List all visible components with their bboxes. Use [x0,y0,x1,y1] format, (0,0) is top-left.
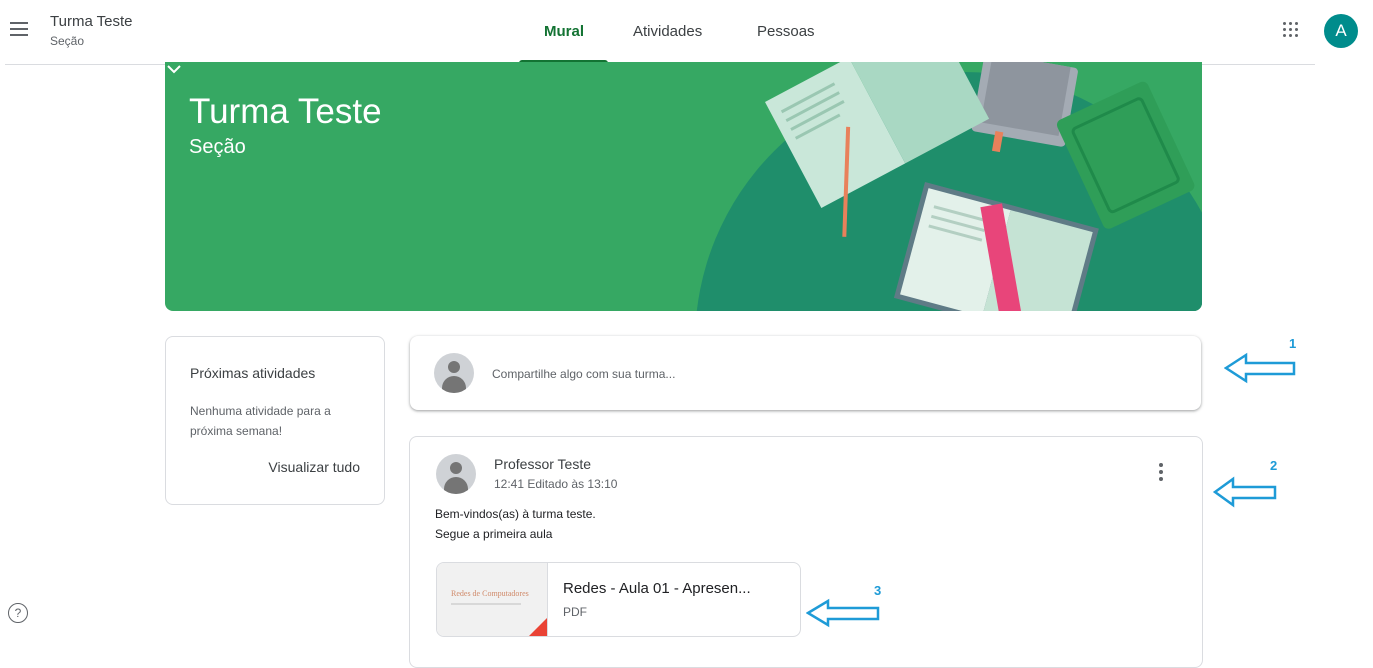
post-timestamp: 12:41 Editado às 13:10 [494,477,618,491]
upcoming-empty-text: Nenhuma atividade para a próxima semana! [190,404,331,438]
post-text-line: Segue a primeira aula [435,527,553,541]
class-section: Seção [50,34,85,48]
pdf-attachment[interactable]: Redes de Computadores Redes - Aula 01 - … [436,562,801,637]
tab-mural[interactable]: Mural [544,23,584,40]
upcoming-activities-card: Próximas atividades Nenhuma atividade pa… [165,336,385,505]
menu-icon[interactable] [10,22,28,36]
upcoming-title: Próximas atividades [190,365,316,381]
class-name[interactable]: Turma Teste [50,13,133,30]
annotation-number-2: 2 [1270,458,1278,473]
view-all-link[interactable]: Visualizar tudo [268,459,360,475]
apps-grid-icon[interactable] [1283,22,1299,38]
class-banner: Turma Teste Seção [165,62,1202,311]
chevron-down-icon[interactable] [165,62,183,76]
tab-pessoas[interactable]: Pessoas [757,23,815,40]
user-avatar [434,353,474,393]
banner-subtitle: Seção [189,136,246,158]
banner-title: Turma Teste [189,92,382,131]
more-options-icon[interactable] [1157,463,1165,483]
pdf-corner-icon [451,603,547,636]
annotation-arrow-icon [1224,352,1296,384]
annotation-arrow-icon [806,598,880,628]
post-text-line: Bem-vindos(as) à turma teste. [435,507,596,521]
top-app-bar: Turma Teste Seção Mural Atividades Pesso… [0,0,1373,64]
annotation-arrow-icon [1213,476,1277,508]
attachment-title: Redes - Aula 01 - Apresen... [563,580,751,597]
share-placeholder: Compartilhe algo com sua turma... [492,367,676,381]
attachment-thumbnail: Redes de Computadores [437,563,548,636]
post-author: Professor Teste [494,456,592,472]
attachment-type: PDF [563,605,587,619]
annotation-number-1: 1 [1289,336,1297,351]
annotation-number-3: 3 [874,583,882,598]
announcement-post: Professor Teste 12:41 Editado às 13:10 B… [409,436,1203,668]
share-with-class-box[interactable]: Compartilhe algo com sua turma... [410,336,1201,410]
account-avatar[interactable]: A [1324,14,1358,48]
author-avatar [436,454,476,494]
tab-atividades[interactable]: Atividades [633,23,702,40]
help-circle-icon[interactable]: ? [8,603,28,623]
